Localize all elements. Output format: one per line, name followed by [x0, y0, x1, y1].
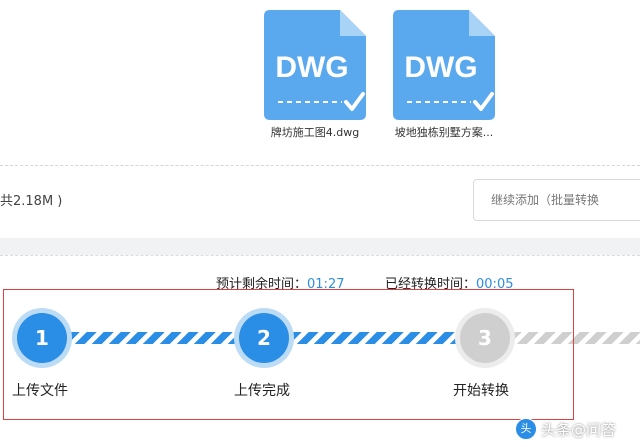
toutiao-logo-icon: 头: [515, 418, 537, 440]
watermark: 头 头条@问答: [515, 418, 616, 440]
file-badge: DWG: [404, 51, 477, 84]
dwg-file-icon: DWG: [393, 10, 495, 120]
converter-page: DWG 牌坊施工图4.dwg DWG 坡地独栋别墅方案... 共2.18M ) …: [0, 0, 640, 447]
file-name: 坡地独栋别墅方案...: [394, 126, 494, 139]
continue-add-button[interactable]: 继续添加（批量转换: [473, 179, 640, 221]
dwg-file-icon: DWG: [264, 10, 366, 120]
uploaded-file-item[interactable]: DWG 牌坊施工图4.dwg: [256, 10, 374, 140]
divider: [0, 165, 640, 166]
total-size-text: 共2.18M ): [0, 194, 63, 209]
file-badge: DWG: [275, 51, 348, 84]
file-name: 牌坊施工图4.dwg: [270, 126, 360, 139]
uploaded-file-item[interactable]: DWG 坡地独栋别墅方案...: [385, 10, 503, 140]
watermark-text: 头条@问答: [541, 420, 617, 439]
highlight-frame: [3, 289, 574, 420]
